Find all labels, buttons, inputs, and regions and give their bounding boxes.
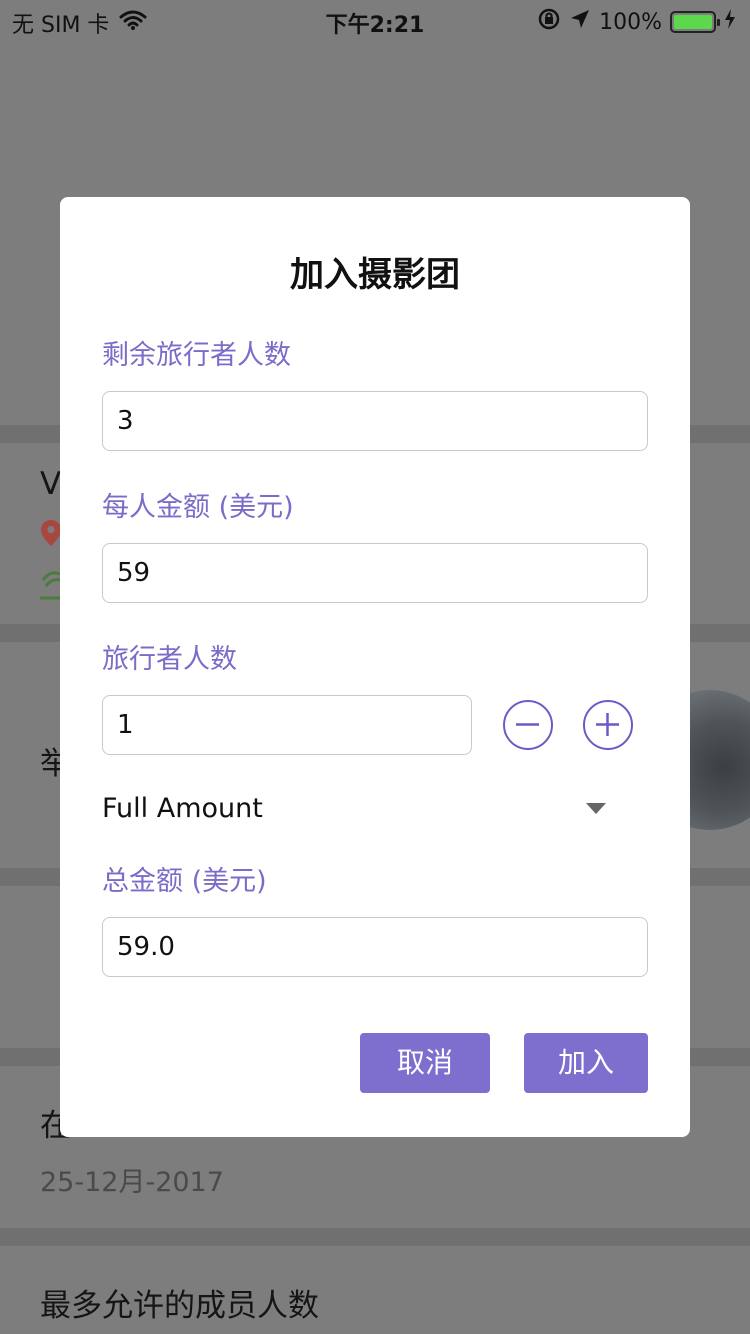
remaining-travelers-input[interactable]: 3 <box>102 391 648 451</box>
background-title-fragment: V <box>40 466 62 502</box>
minus-icon <box>516 723 539 726</box>
travelers-count-input[interactable]: 1 <box>102 695 472 755</box>
travelers-count-label: 旅行者人数 <box>102 644 237 675</box>
max-members-label: 最多允许的成员人数 <box>40 1288 319 1324</box>
leaf-icon <box>40 566 62 600</box>
total-amount-input[interactable]: 59.0 <box>102 917 648 977</box>
amount-per-person-label: 每人金额 (美元) <box>102 492 294 523</box>
caret-down-icon <box>586 803 606 814</box>
orientation-lock-icon <box>537 7 561 37</box>
plus-icon <box>596 713 619 736</box>
background-divider <box>0 1228 750 1246</box>
location-icon <box>569 8 591 36</box>
location-pin-icon <box>40 519 62 547</box>
status-bar: 无 SIM 卡 下午2:21 100% <box>0 0 750 40</box>
increase-travelers-button[interactable] <box>583 700 633 750</box>
join-photo-group-dialog: 加入摄影团 剩余旅行者人数 3 每人金额 (美元) 59 旅行者人数 1 Ful… <box>60 197 690 1137</box>
join-button[interactable]: 加入 <box>524 1033 648 1093</box>
dialog-title: 加入摄影团 <box>290 255 460 295</box>
battery-icon <box>670 11 720 33</box>
payment-option-value: Full Amount <box>102 793 263 824</box>
total-amount-label: 总金额 (美元) <box>102 866 267 897</box>
amount-per-person-input[interactable]: 59 <box>102 543 648 603</box>
remaining-travelers-label: 剩余旅行者人数 <box>102 340 291 371</box>
decrease-travelers-button[interactable] <box>503 700 553 750</box>
cancel-button[interactable]: 取消 <box>360 1033 490 1093</box>
payment-option-select[interactable]: Full Amount <box>102 789 606 831</box>
battery-percent: 100% <box>599 9 662 35</box>
background-date: 25-12月-2017 <box>40 1167 224 1198</box>
charging-icon <box>724 8 736 36</box>
